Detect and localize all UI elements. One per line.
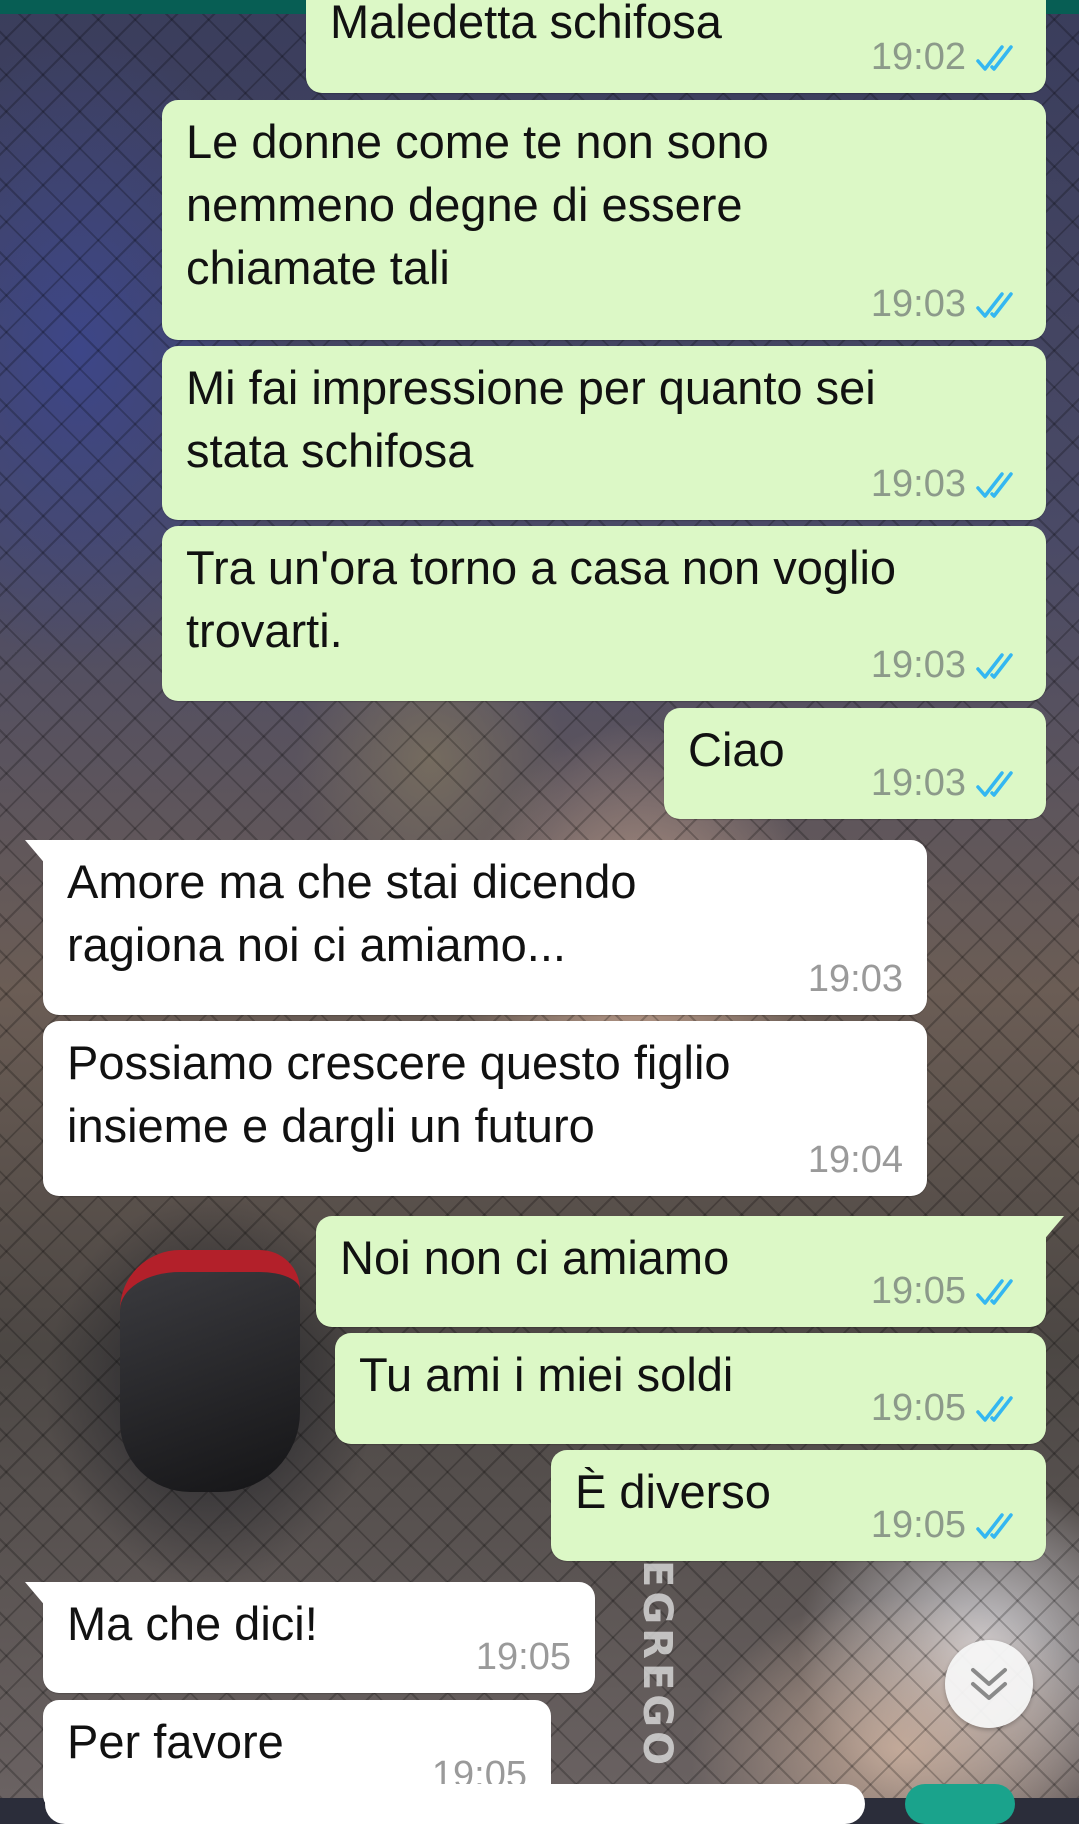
wallpaper-shorts-text: EGREGO xyxy=(634,1560,680,1770)
message-input-field[interactable] xyxy=(45,1784,865,1824)
message-time: 19:05 xyxy=(870,1504,966,1546)
message-meta: 19:05 xyxy=(476,1636,571,1679)
wallpaper-glove xyxy=(120,1250,300,1492)
outgoing-message[interactable]: Le donne come te non sono nemmeno degne … xyxy=(162,100,1046,340)
message-time: 19:02 xyxy=(870,36,966,78)
outgoing-message[interactable]: Maledetta schifosa 19:02 xyxy=(306,0,1046,93)
message-meta: 19:04 xyxy=(808,1139,903,1182)
message-time: 19:03 xyxy=(870,283,966,325)
read-receipt-icon xyxy=(976,1395,1013,1422)
message-meta: 19:03 xyxy=(871,283,1022,326)
outgoing-message[interactable]: È diverso 19:05 xyxy=(551,1450,1046,1561)
bubble-tail xyxy=(25,1582,47,1608)
incoming-message[interactable]: Possiamo crescere questo figlio insieme … xyxy=(43,1021,927,1196)
message-text: Possiamo crescere questo figlio insieme … xyxy=(67,1036,731,1152)
outgoing-message[interactable]: Ciao 19:03 xyxy=(664,708,1046,819)
outgoing-message[interactable]: Tra un'ora torno a casa non voglio trova… xyxy=(162,526,1046,701)
message-meta: 19:03 xyxy=(871,644,1022,687)
incoming-message[interactable]: Amore ma che stai dicendo ragiona noi ci… xyxy=(25,840,927,1015)
message-meta: 19:03 xyxy=(871,762,1022,805)
outgoing-message[interactable]: Noi non ci amiamo 19:05 xyxy=(316,1216,1064,1327)
message-meta: 19:05 xyxy=(871,1387,1022,1430)
read-receipt-icon xyxy=(976,44,1013,71)
message-time: 19:03 xyxy=(870,762,966,804)
message-time: 19:03 xyxy=(807,958,903,1000)
message-time: 19:05 xyxy=(475,1636,571,1678)
message-time: 19:03 xyxy=(870,463,966,505)
read-receipt-icon xyxy=(976,652,1013,679)
chevron-double-down-icon xyxy=(971,1668,1007,1700)
message-meta: 19:05 xyxy=(871,1270,1022,1313)
bubble-tail xyxy=(25,840,47,866)
message-time: 19:04 xyxy=(807,1139,903,1181)
message-time: 19:05 xyxy=(870,1387,966,1429)
send-button[interactable] xyxy=(905,1784,1015,1824)
read-receipt-icon xyxy=(976,1512,1013,1539)
message-meta: 19:03 xyxy=(871,463,1022,506)
message-meta: 19:02 xyxy=(871,36,1022,79)
message-meta: 19:05 xyxy=(871,1504,1022,1547)
message-meta: 19:03 xyxy=(808,958,903,1001)
message-text: Le donne come te non sono nemmeno degne … xyxy=(186,115,769,294)
message-text: Amore ma che stai dicendo ragiona noi ci… xyxy=(67,855,637,971)
read-receipt-icon xyxy=(976,471,1013,498)
bubble-tail xyxy=(1042,1216,1064,1242)
incoming-message[interactable]: Ma che dici! 19:05 xyxy=(25,1582,595,1693)
outgoing-message[interactable]: Tu ami i miei soldi 19:05 xyxy=(335,1333,1046,1444)
message-time: 19:03 xyxy=(870,644,966,686)
read-receipt-icon xyxy=(976,770,1013,797)
read-receipt-icon xyxy=(976,291,1013,318)
outgoing-message[interactable]: Mi fai impressione per quanto sei stata … xyxy=(162,346,1046,520)
message-time: 19:05 xyxy=(870,1270,966,1312)
read-receipt-icon xyxy=(976,1278,1013,1305)
scroll-down-button[interactable] xyxy=(945,1640,1033,1728)
